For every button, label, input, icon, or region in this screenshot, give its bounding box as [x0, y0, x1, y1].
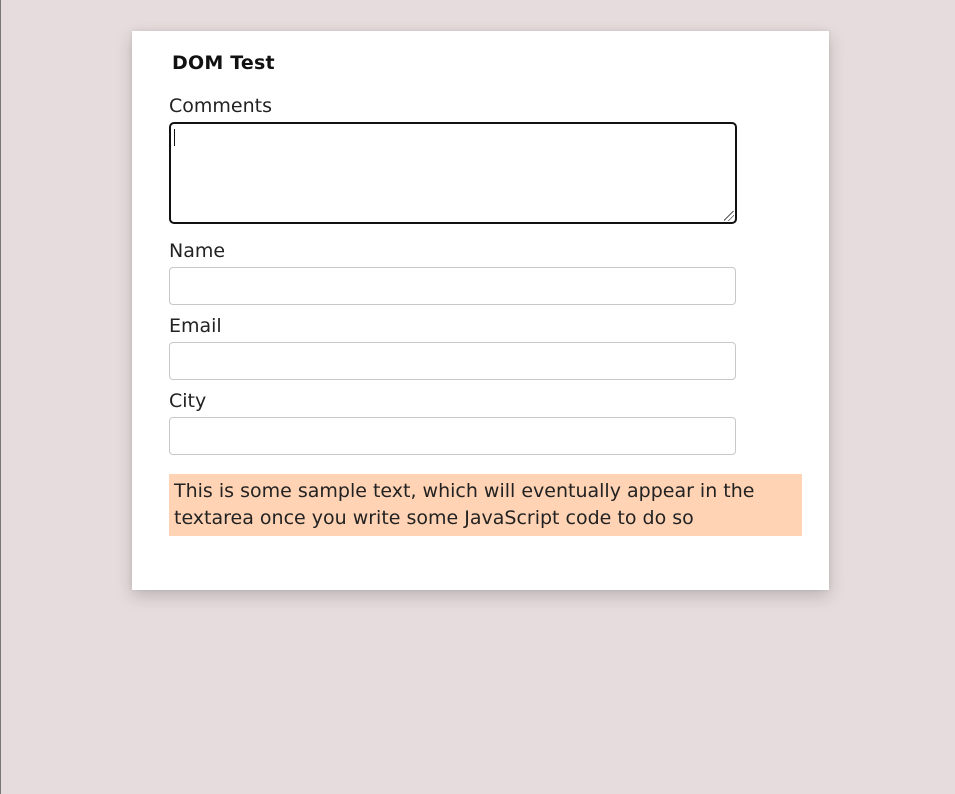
- city-label: City: [169, 390, 207, 412]
- comments-textarea[interactable]: [169, 122, 737, 224]
- city-input[interactable]: [169, 417, 736, 455]
- email-label: Email: [169, 315, 222, 337]
- email-input[interactable]: [169, 342, 736, 380]
- dom-test-card: DOM Test Comments Name Email City This i…: [132, 31, 829, 590]
- sample-text-box: This is some sample text, which will eve…: [169, 474, 802, 536]
- window-left-border: [0, 0, 1, 794]
- name-label: Name: [169, 240, 226, 262]
- resize-grip-icon[interactable]: [724, 211, 734, 221]
- text-caret: [174, 129, 175, 146]
- name-input[interactable]: [169, 267, 736, 305]
- comments-label: Comments: [169, 95, 272, 117]
- page-title: DOM Test: [172, 52, 275, 74]
